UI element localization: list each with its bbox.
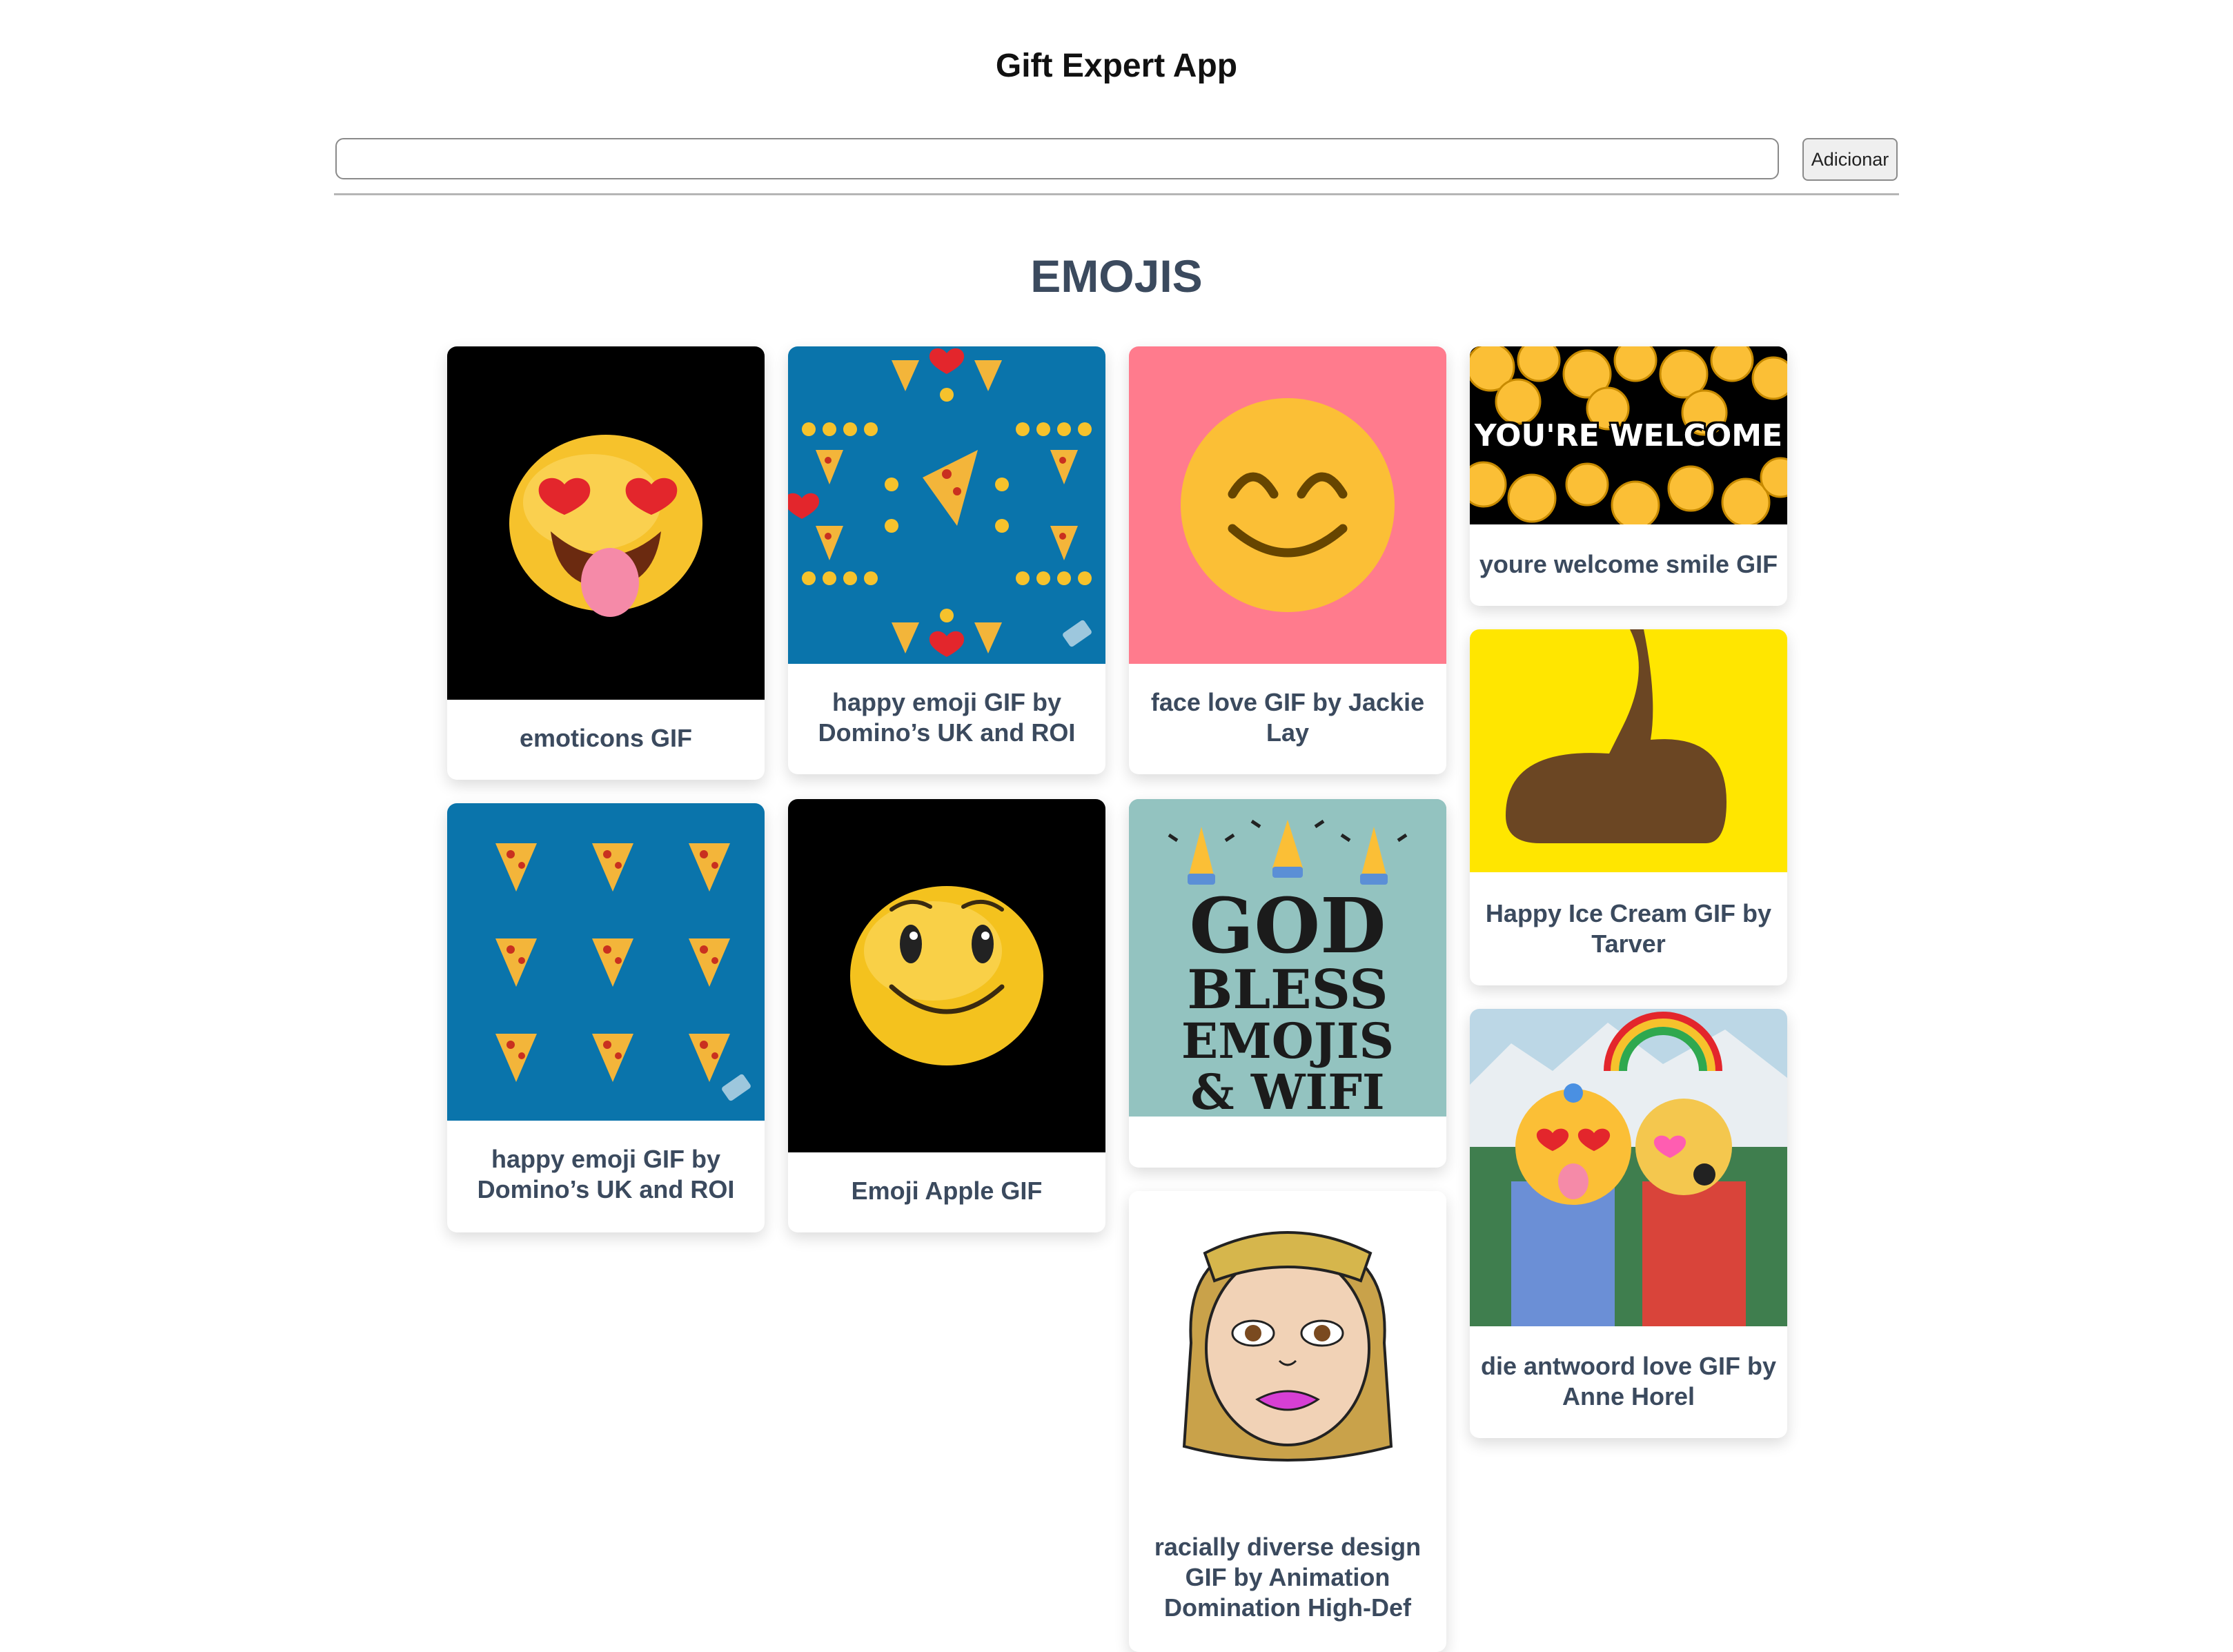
art-line: EMOJIS bbox=[1181, 1012, 1395, 1070]
gif-title: happy emoji GIF by Domino’s UK and ROI bbox=[818, 688, 1076, 747]
header-divider bbox=[334, 193, 1899, 195]
gif-image-princess-emoji bbox=[1129, 1191, 1446, 1508]
gif-card[interactable]: YOU'RE WELCOME youre welcome smile GIF bbox=[1470, 346, 1787, 606]
smiley-emoji-icon bbox=[788, 799, 1105, 1152]
poop-swirl-icon bbox=[1470, 629, 1787, 872]
gif-image-youre-welcome: YOU'RE WELCOME bbox=[1470, 346, 1787, 524]
pizza-pattern-icon bbox=[788, 346, 1105, 664]
app-title: Gift Expert App bbox=[995, 48, 1238, 84]
gif-image-emoticons bbox=[447, 346, 765, 700]
princess-face-icon bbox=[1129, 1191, 1446, 1508]
gif-title: Emoji Apple GIF bbox=[851, 1177, 1043, 1205]
gif-card[interactable]: die antwoord love GIF by Anne Horel bbox=[1470, 1009, 1787, 1438]
gif-card[interactable]: happy emoji GIF by Domino’s UK and ROI bbox=[447, 803, 765, 1232]
category-title: EMOJIS bbox=[1030, 250, 1203, 302]
collage-faces-icon bbox=[1470, 1009, 1787, 1326]
art-line: BLESS bbox=[1187, 958, 1388, 1021]
gif-title: happy emoji GIF by Domino’s UK and ROI bbox=[477, 1145, 735, 1203]
gif-title: Happy Ice Cream GIF by Tarver bbox=[1485, 899, 1772, 958]
gif-title: racially diverse design GIF by Animation… bbox=[1154, 1533, 1422, 1622]
gif-title: youre welcome smile GIF bbox=[1479, 550, 1778, 578]
category-search-input[interactable] bbox=[335, 138, 1779, 179]
pizza-grid-icon bbox=[447, 803, 765, 1121]
art-caption: YOU'RE WELCOME bbox=[1474, 418, 1783, 453]
gif-title: die antwoord love GIF by Anne Horel bbox=[1480, 1352, 1777, 1410]
art-line: GOD bbox=[1189, 881, 1386, 970]
gif-image-ice-cream bbox=[1470, 629, 1787, 872]
gif-card[interactable]: face love GIF by Jackie Lay bbox=[1129, 346, 1446, 774]
gif-card[interactable]: Happy Ice Cream GIF by Tarver bbox=[1470, 629, 1787, 985]
gif-card[interactable]: emoticons GIF bbox=[447, 346, 765, 780]
gif-title: face love GIF by Jackie Lay bbox=[1150, 688, 1425, 747]
gif-card[interactable]: Emoji Apple GIF bbox=[788, 799, 1105, 1232]
gif-card[interactable]: happy emoji GIF by Domino’s UK and ROI bbox=[788, 346, 1105, 774]
gif-image-god-bless-emojis: GOD BLESS EMOJIS & WIFI bbox=[1129, 799, 1446, 1117]
gif-title: emoticons GIF bbox=[519, 724, 693, 752]
gif-image-emoji-apple bbox=[788, 799, 1105, 1152]
add-category-button[interactable]: Adicionar bbox=[1802, 138, 1898, 181]
gif-image-die-antwoord bbox=[1470, 1009, 1787, 1326]
gif-card[interactable]: racially diverse design GIF by Animation… bbox=[1129, 1191, 1446, 1652]
gif-image-dominos-pizza-grid bbox=[447, 803, 765, 1121]
gif-card[interactable]: GOD BLESS EMOJIS & WIFI bbox=[1129, 799, 1446, 1168]
art-line: & WIFI bbox=[1190, 1063, 1385, 1117]
heart-eyes-emoji-icon bbox=[447, 346, 765, 700]
gif-image-face-love bbox=[1129, 346, 1446, 664]
smiling-face-icon bbox=[1129, 346, 1446, 664]
gif-image-dominos-pizza-pattern bbox=[788, 346, 1105, 664]
